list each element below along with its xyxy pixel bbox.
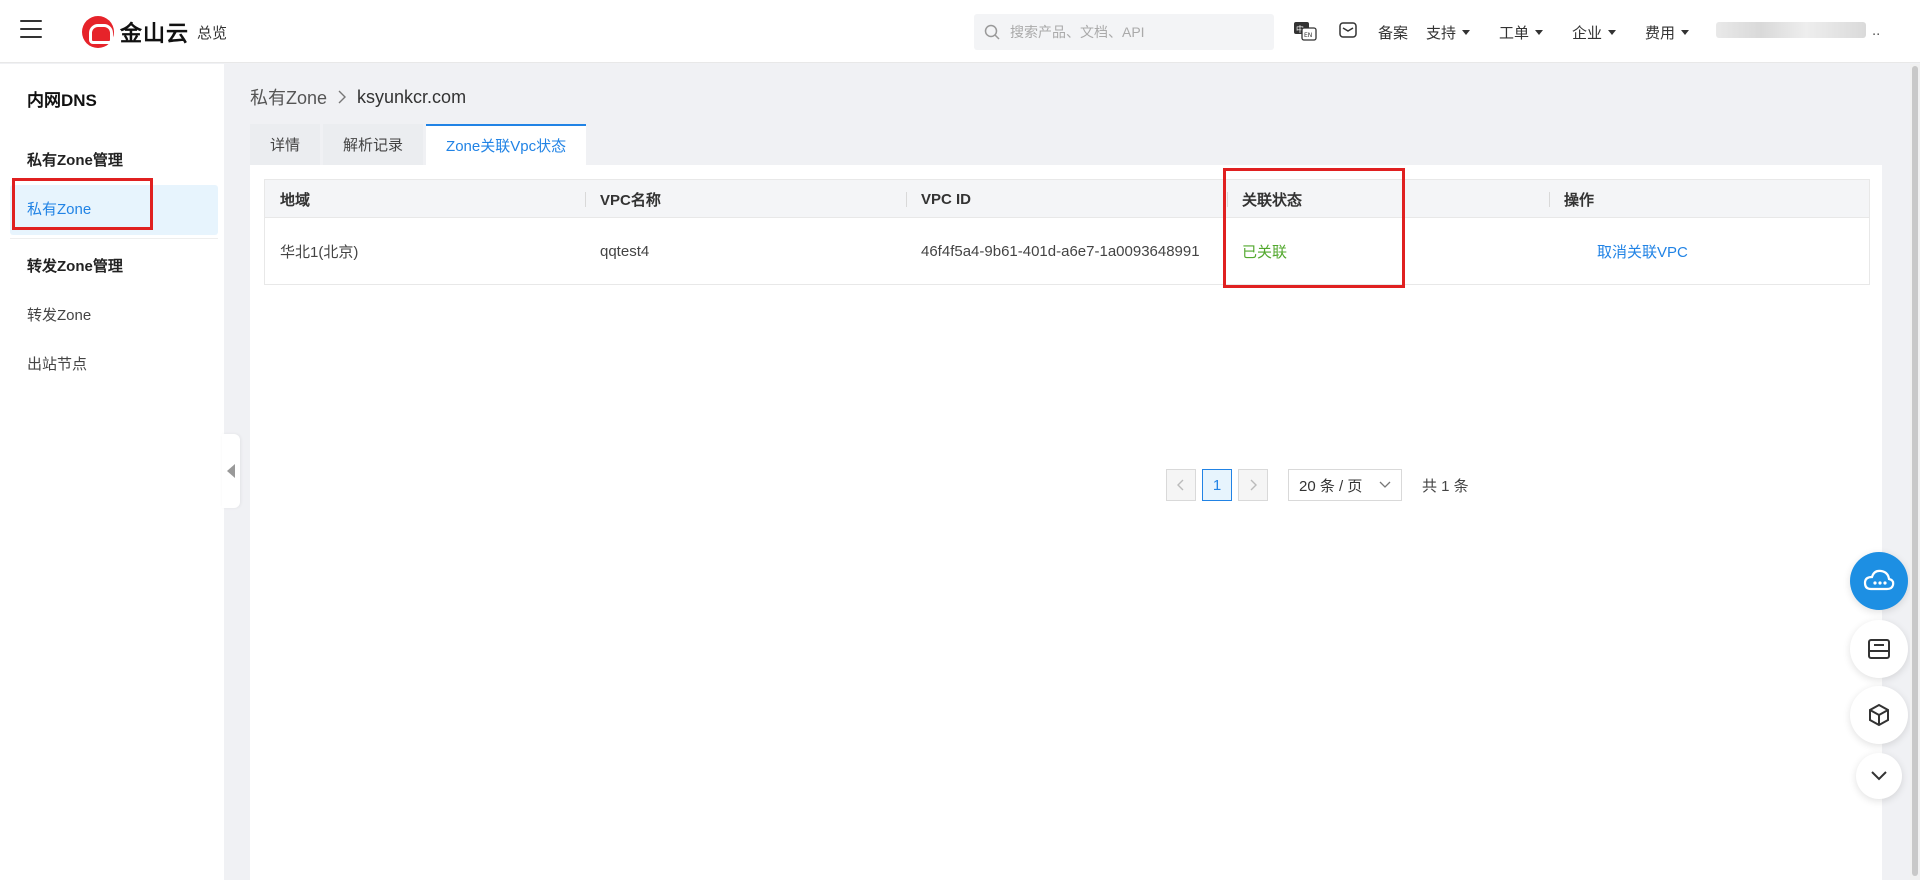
search-icon <box>984 24 1000 40</box>
caret-down-icon <box>1535 30 1544 35</box>
column-header-region: 地域 <box>280 191 311 209</box>
cloud-logo-icon <box>82 16 114 48</box>
main-content: 地域 VPC名称 VPC ID 关联状态 操作 华北1(北京) qqtest4 … <box>250 165 1882 880</box>
sidebar-title: 内网DNS <box>27 91 97 110</box>
search-input[interactable] <box>1010 24 1250 40</box>
total-count: 共 1 条 <box>1422 477 1469 495</box>
cloud-service-icon <box>1863 569 1895 591</box>
user-overflow: .. <box>1872 22 1881 39</box>
sidebar: 内网DNS 私有Zone管理 私有Zone 转发Zone管理 转发Zone 出站… <box>0 64 224 880</box>
prev-page-button[interactable] <box>1166 469 1196 501</box>
vpc-association-table: 地域 VPC名称 VPC ID 关联状态 操作 华北1(北京) qqtest4 … <box>264 179 1870 285</box>
chevron-down-icon <box>1379 481 1391 488</box>
cell-vpc-id: 46f4f5a4-9b61-401d-a6e7-1a0093648991 <box>921 242 1200 260</box>
column-header-action: 操作 <box>1549 180 1869 218</box>
product-button[interactable] <box>1850 686 1908 744</box>
page-size-value: 20 条 / 页 <box>1299 477 1363 495</box>
tab-bar: 详情 解析记录 Zone关联Vpc状态 <box>250 124 587 165</box>
breadcrumb-current: ksyunkcr.com <box>357 86 467 107</box>
inbox-icon <box>1868 639 1890 659</box>
search-box[interactable] <box>974 14 1274 50</box>
nav-ticket[interactable]: 工单 <box>1499 22 1544 43</box>
hamburger-menu-icon[interactable] <box>20 20 42 42</box>
scrollbar-thumb[interactable] <box>1912 66 1918 876</box>
cube-icon <box>1869 703 1889 727</box>
nav-beian[interactable]: 备案 <box>1378 22 1408 43</box>
language-switch-icon[interactable]: 中 EN <box>1293 20 1317 45</box>
user-account[interactable] <box>1716 22 1866 38</box>
logo[interactable]: 金山云 <box>82 16 189 48</box>
cell-vpc-name: qqtest4 <box>600 242 650 260</box>
overview-link[interactable]: 总览 <box>197 22 227 43</box>
brand-name: 金山云 <box>120 21 190 46</box>
status-badge: 已关联 <box>1242 243 1288 261</box>
feedback-button[interactable] <box>1850 620 1908 678</box>
nav-support[interactable]: 支持 <box>1426 22 1471 43</box>
divider <box>10 238 218 239</box>
column-header-vpc-name: VPC名称 <box>585 180 906 218</box>
caret-down-icon <box>1462 30 1471 35</box>
pagination: 1 20 条 / 页 共 1 条 <box>1166 469 1469 501</box>
chevron-down-icon <box>1871 771 1887 781</box>
next-page-button[interactable] <box>1238 469 1268 501</box>
sidebar-group-forward-zone: 转发Zone管理 <box>27 258 123 275</box>
disassociate-vpc-link[interactable]: 取消关联VPC <box>1564 244 1688 261</box>
top-bar: 金山云 总览 中EN 备案 支持 工单 企业 费用 .. <box>0 0 1920 63</box>
sidebar-item-outbound-node[interactable]: 出站节点 <box>27 353 87 374</box>
tab-details[interactable]: 详情 <box>250 124 321 165</box>
page-number-current[interactable]: 1 <box>1202 469 1232 501</box>
cell-region: 华北1(北京) <box>280 243 359 261</box>
page-size-select[interactable]: 20 条 / 页 <box>1288 469 1402 501</box>
tab-zone-vpc-status[interactable]: Zone关联Vpc状态 <box>426 124 587 165</box>
collapse-toolbar-button[interactable] <box>1856 753 1902 799</box>
table-header: 地域 VPC名称 VPC ID 关联状态 操作 <box>265 180 1869 218</box>
sidebar-item-label[interactable]: 私有Zone <box>27 198 91 219</box>
nav-enterprise[interactable]: 企业 <box>1572 22 1617 43</box>
nav-billing[interactable]: 费用 <box>1645 22 1690 43</box>
caret-down-icon <box>1681 30 1690 35</box>
sidebar-collapse-handle[interactable] <box>222 434 240 508</box>
chevron-right-icon <box>338 90 347 104</box>
caret-down-icon <box>1608 30 1617 35</box>
breadcrumb: 私有Zone ksyunkcr.com <box>250 84 466 110</box>
column-header-vpc-id: VPC ID <box>906 180 1227 218</box>
sidebar-group-private-zone: 私有Zone管理 <box>27 152 123 169</box>
breadcrumb-parent[interactable]: 私有Zone <box>250 84 327 110</box>
svg-text:EN: EN <box>1304 32 1312 39</box>
tab-dns-records[interactable]: 解析记录 <box>323 124 424 165</box>
collapse-left-icon <box>227 464 235 478</box>
chevron-left-icon <box>1177 479 1184 491</box>
chevron-right-icon <box>1250 479 1257 491</box>
column-header-status: 关联状态 <box>1227 180 1549 218</box>
customer-service-button[interactable] <box>1850 552 1908 610</box>
sidebar-item-forward-zone[interactable]: 转发Zone <box>27 304 91 325</box>
table-row: 华北1(北京) qqtest4 46f4f5a4-9b61-401d-a6e7-… <box>265 218 1869 284</box>
message-icon[interactable] <box>1338 20 1358 43</box>
